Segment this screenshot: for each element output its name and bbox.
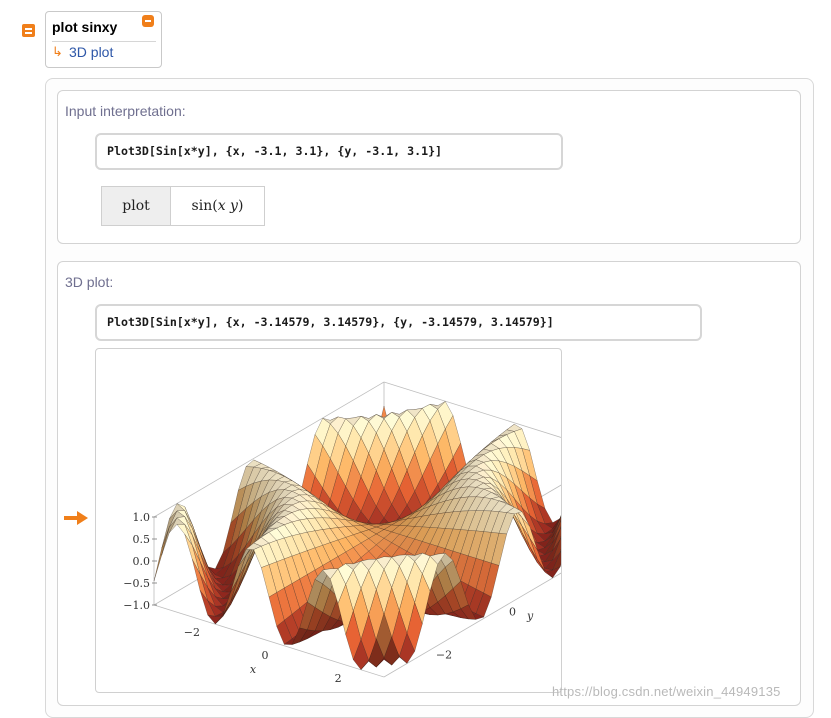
pod-title: 3D plot: [65,274,114,290]
z-tick-label: −0.5 [123,577,150,590]
y-tick-label: −2 [436,648,452,661]
z-tick-label: −1.0 [123,599,150,612]
func-name: sin( [191,198,218,214]
y-tick-label: 0 [509,606,516,619]
collapse-minus-icon[interactable] [142,15,154,27]
x-tick-label: −2 [184,626,200,639]
query-title: plot sinxy [52,19,118,35]
plot-code[interactable]: Plot3D[Sin[x*y], {x, -3.14579, 3.14579},… [95,304,702,341]
surface-patch [560,515,561,519]
query-divider [52,41,156,42]
z-tick-label: 1.0 [133,511,151,524]
pod-pointer-arrow-icon [64,511,88,525]
y-axis-label: y [526,610,534,623]
var-y: y [230,198,238,214]
z-tick-label: 0.0 [133,555,151,568]
result-type-link[interactable]: 3D plot [69,44,113,60]
surface-patch [560,515,561,518]
surface-plot: 1.0 0.5 0.0 −0.5 −1.0 −2 0 2 x 2 0 −2 y [123,381,561,685]
func-close: ) [237,198,244,214]
z-tick-label: 0.5 [133,533,151,546]
x-tick-label: 2 [335,672,342,685]
surface-patch [560,519,561,523]
x-tick-label: 0 [262,649,269,662]
z-axis-ticks: 1.0 0.5 0.0 −0.5 −1.0 [123,511,157,612]
interpretation-key: plot [102,187,171,225]
interpretation-table: plot sin(x y) [101,186,265,226]
return-arrow-icon: ↳ [52,44,63,59]
input-code[interactable]: Plot3D[Sin[x*y], {x, -3.1, 3.1}, {y, -3.… [95,133,563,170]
watermark: https://blog.csdn.net/weixin_44949135 [552,684,781,699]
x-axis-ticks: −2 0 2 x [184,626,342,685]
var-x: x [217,198,226,214]
plot-image[interactable]: 1.0 0.5 0.0 −0.5 −1.0 −2 0 2 x 2 0 −2 y [95,348,562,693]
notebook-collapse-icon[interactable] [22,24,35,37]
pod-title: Input interpretation: [65,103,186,119]
interpretation-value: sin(x y) [171,187,264,225]
surface-mesh [153,401,561,671]
x-axis-label: x [250,663,257,676]
